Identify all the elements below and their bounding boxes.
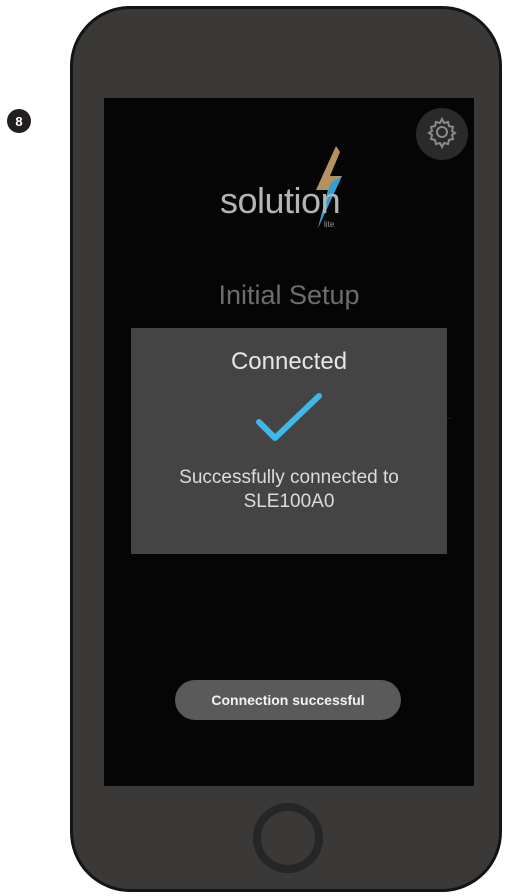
settings-button[interactable] — [416, 108, 468, 160]
app-logo: solution lite — [216, 146, 366, 236]
gear-icon — [424, 114, 460, 155]
logo-wordmark: solution — [220, 180, 341, 221]
dialog-message: Successfully connected to SLE100A0 — [179, 467, 399, 512]
connected-dialog: Connected Successfully connected to SLE1… — [131, 328, 447, 554]
dialog-title: Connected — [230, 348, 348, 375]
connection-toast: Connection successful — [175, 680, 401, 720]
step-number-badge: 8 — [7, 109, 31, 133]
home-button[interactable] — [253, 803, 323, 873]
background-setup-title: Initial Setup — [218, 280, 360, 310]
checkmark-icon — [253, 390, 325, 448]
logo-subtext: lite — [324, 220, 335, 229]
